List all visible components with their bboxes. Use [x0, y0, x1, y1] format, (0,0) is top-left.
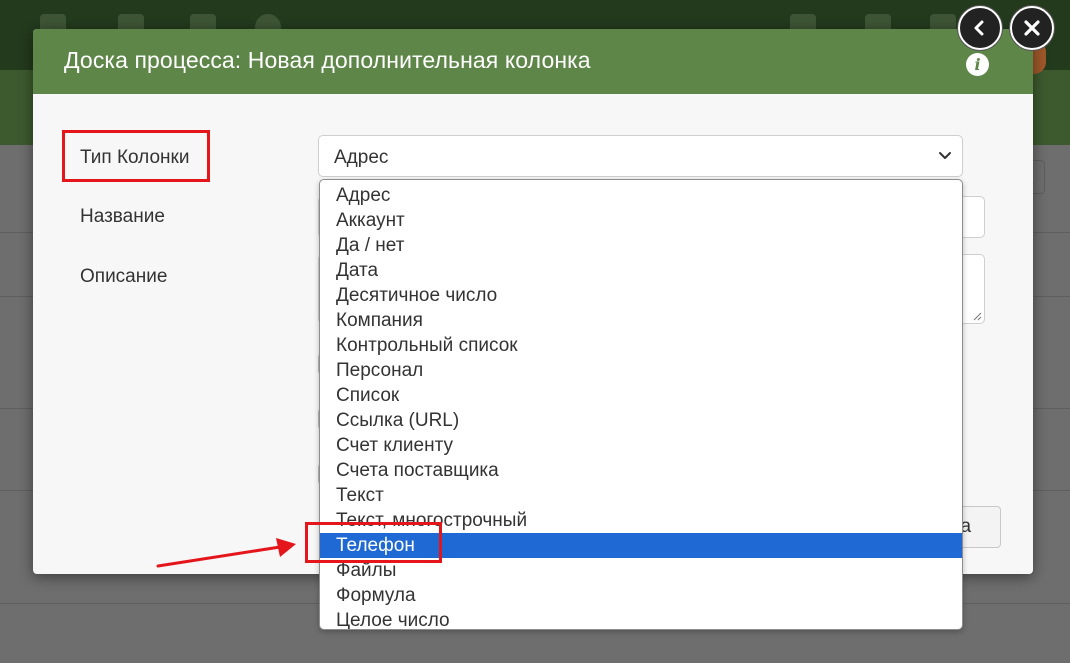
dropdown-option[interactable]: Счета поставщика: [320, 458, 962, 483]
dropdown-option[interactable]: Аккаунт: [320, 208, 962, 233]
dialog-header: Доска процесса: Новая дополнительная кол…: [33, 29, 1033, 94]
close-button[interactable]: [1010, 6, 1054, 50]
info-icon[interactable]: i: [966, 53, 989, 76]
chevron-down-icon: [939, 152, 951, 159]
description-label: Описание: [80, 266, 168, 287]
column-type-value: Адрес: [334, 147, 389, 168]
dropdown-option[interactable]: Да / нет: [320, 233, 962, 258]
column-type-select[interactable]: Адрес: [318, 135, 963, 177]
dropdown-option[interactable]: Контрольный список: [320, 333, 962, 358]
dropdown-option[interactable]: Счет клиенту: [320, 433, 962, 458]
dropdown-option[interactable]: Список: [320, 383, 962, 408]
back-button[interactable]: [958, 6, 1002, 50]
annotation-highlight-box: [62, 130, 210, 182]
name-label: Название: [80, 206, 165, 227]
dropdown-option[interactable]: Дата: [320, 258, 962, 283]
dropdown-option[interactable]: Адрес: [320, 183, 962, 208]
annotation-arrow-icon: [156, 538, 296, 568]
dropdown-option[interactable]: Компания: [320, 308, 962, 333]
annotation-highlight-box: [305, 522, 442, 563]
dropdown-option[interactable]: Ссылка (URL): [320, 408, 962, 433]
resize-grip-icon[interactable]: [972, 311, 982, 321]
dialog-title: Доска процесса: Новая дополнительная кол…: [64, 47, 591, 73]
dropdown-option[interactable]: Формула: [320, 583, 962, 608]
chevron-left-icon: [974, 20, 984, 36]
dropdown-option[interactable]: Десятичное число: [320, 283, 962, 308]
close-icon: [1024, 20, 1040, 36]
dropdown-option[interactable]: Текст: [320, 483, 962, 508]
dropdown-option[interactable]: Персонал: [320, 358, 962, 383]
dropdown-option[interactable]: Целое число: [320, 608, 962, 629]
